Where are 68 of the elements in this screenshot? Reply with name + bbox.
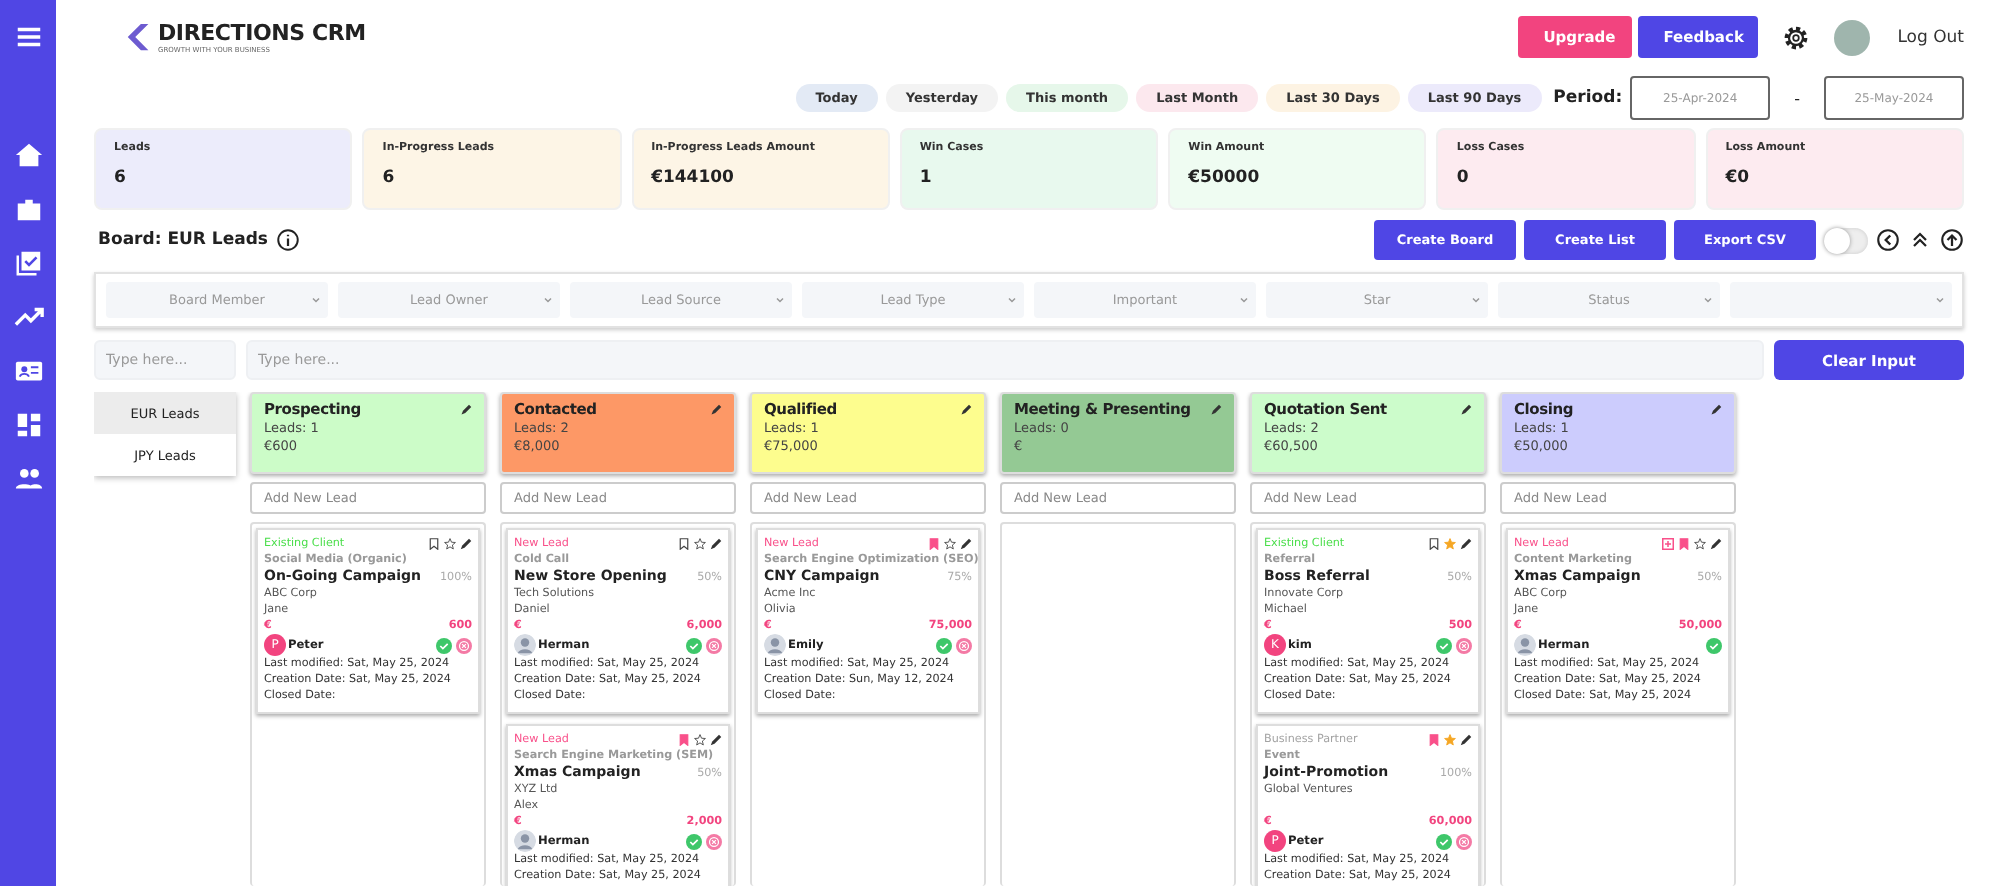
reject-icon[interactable] [956, 637, 972, 653]
chevron-down-icon [1006, 294, 1018, 306]
add-circle-icon[interactable] [1876, 228, 1900, 252]
stat-value: 0 [1456, 168, 1471, 188]
star-icon[interactable] [1694, 538, 1706, 550]
edit-icon[interactable] [1710, 538, 1722, 550]
reject-icon[interactable] [456, 637, 472, 653]
chevron-down-icon [774, 294, 786, 306]
stat-value: €0 [1725, 168, 1752, 188]
edit-icon[interactable] [1460, 403, 1472, 415]
scroll-top-icon[interactable] [1940, 228, 1964, 252]
bookmark-icon[interactable] [678, 538, 690, 550]
stat-value: 6 [382, 168, 397, 188]
bookmark-icon[interactable] [1428, 538, 1440, 550]
reject-icon[interactable] [706, 833, 722, 849]
star-icon[interactable] [1444, 538, 1456, 550]
edit-icon[interactable] [960, 538, 972, 550]
logout-link[interactable]: Log Out [1897, 27, 1964, 47]
people-icon[interactable] [13, 464, 43, 494]
reject-icon[interactable] [706, 637, 722, 653]
chevron-down-icon [1238, 294, 1250, 306]
board-title: Board: EUR Leads [98, 230, 268, 250]
briefcase-icon[interactable] [13, 194, 43, 224]
owner-avatar [514, 634, 536, 656]
settings-icon[interactable] [1781, 23, 1810, 51]
logo-icon [124, 22, 154, 52]
bookmark-icon[interactable] [428, 538, 440, 550]
checklist-icon[interactable] [13, 248, 43, 278]
edit-icon[interactable] [1460, 734, 1472, 746]
chevron-down-icon [310, 294, 322, 306]
date-separator: - [1794, 89, 1800, 107]
edit-icon[interactable] [960, 403, 972, 415]
period-label: Period: [1553, 88, 1623, 108]
edit-icon[interactable] [710, 403, 722, 415]
star-icon[interactable] [694, 538, 706, 550]
contact-card-icon[interactable] [13, 356, 43, 386]
edit-icon[interactable] [1460, 538, 1472, 550]
reject-icon[interactable] [1456, 637, 1472, 653]
brand-name: DIRECTIONS CRM [158, 20, 366, 46]
star-icon[interactable] [944, 538, 956, 550]
edit-icon[interactable] [710, 734, 722, 746]
stat-value: €144100 [651, 168, 736, 188]
edit-icon[interactable] [460, 403, 472, 415]
owner-avatar [764, 634, 786, 656]
menu-icon[interactable] [13, 22, 43, 52]
edit-icon[interactable] [710, 538, 722, 550]
chevron-down-icon [1702, 294, 1714, 306]
star-icon[interactable] [694, 734, 706, 746]
flag-box-icon[interactable] [1662, 538, 1674, 550]
owner-avatar [514, 830, 536, 852]
star-icon[interactable] [444, 538, 456, 550]
edit-icon[interactable] [460, 538, 472, 550]
chevron-down-icon [1470, 294, 1482, 306]
edit-icon[interactable] [1710, 403, 1722, 415]
chevron-down-icon [542, 294, 554, 306]
stat-value: 6 [114, 168, 128, 188]
edit-icon[interactable] [1210, 403, 1222, 415]
star-icon[interactable] [1444, 734, 1456, 746]
collapse-icon[interactable] [1908, 228, 1932, 252]
stat-value: €50000 [1188, 168, 1262, 188]
chevron-down-icon [1934, 294, 1946, 306]
home-icon[interactable] [13, 140, 43, 170]
reject-icon[interactable] [1456, 833, 1472, 849]
stat-value: 1 [919, 168, 934, 188]
info-icon[interactable] [275, 228, 300, 252]
dashboard-icon[interactable] [13, 410, 43, 440]
owner-avatar [1514, 634, 1536, 656]
toggle-switch[interactable] [1824, 227, 1868, 253]
